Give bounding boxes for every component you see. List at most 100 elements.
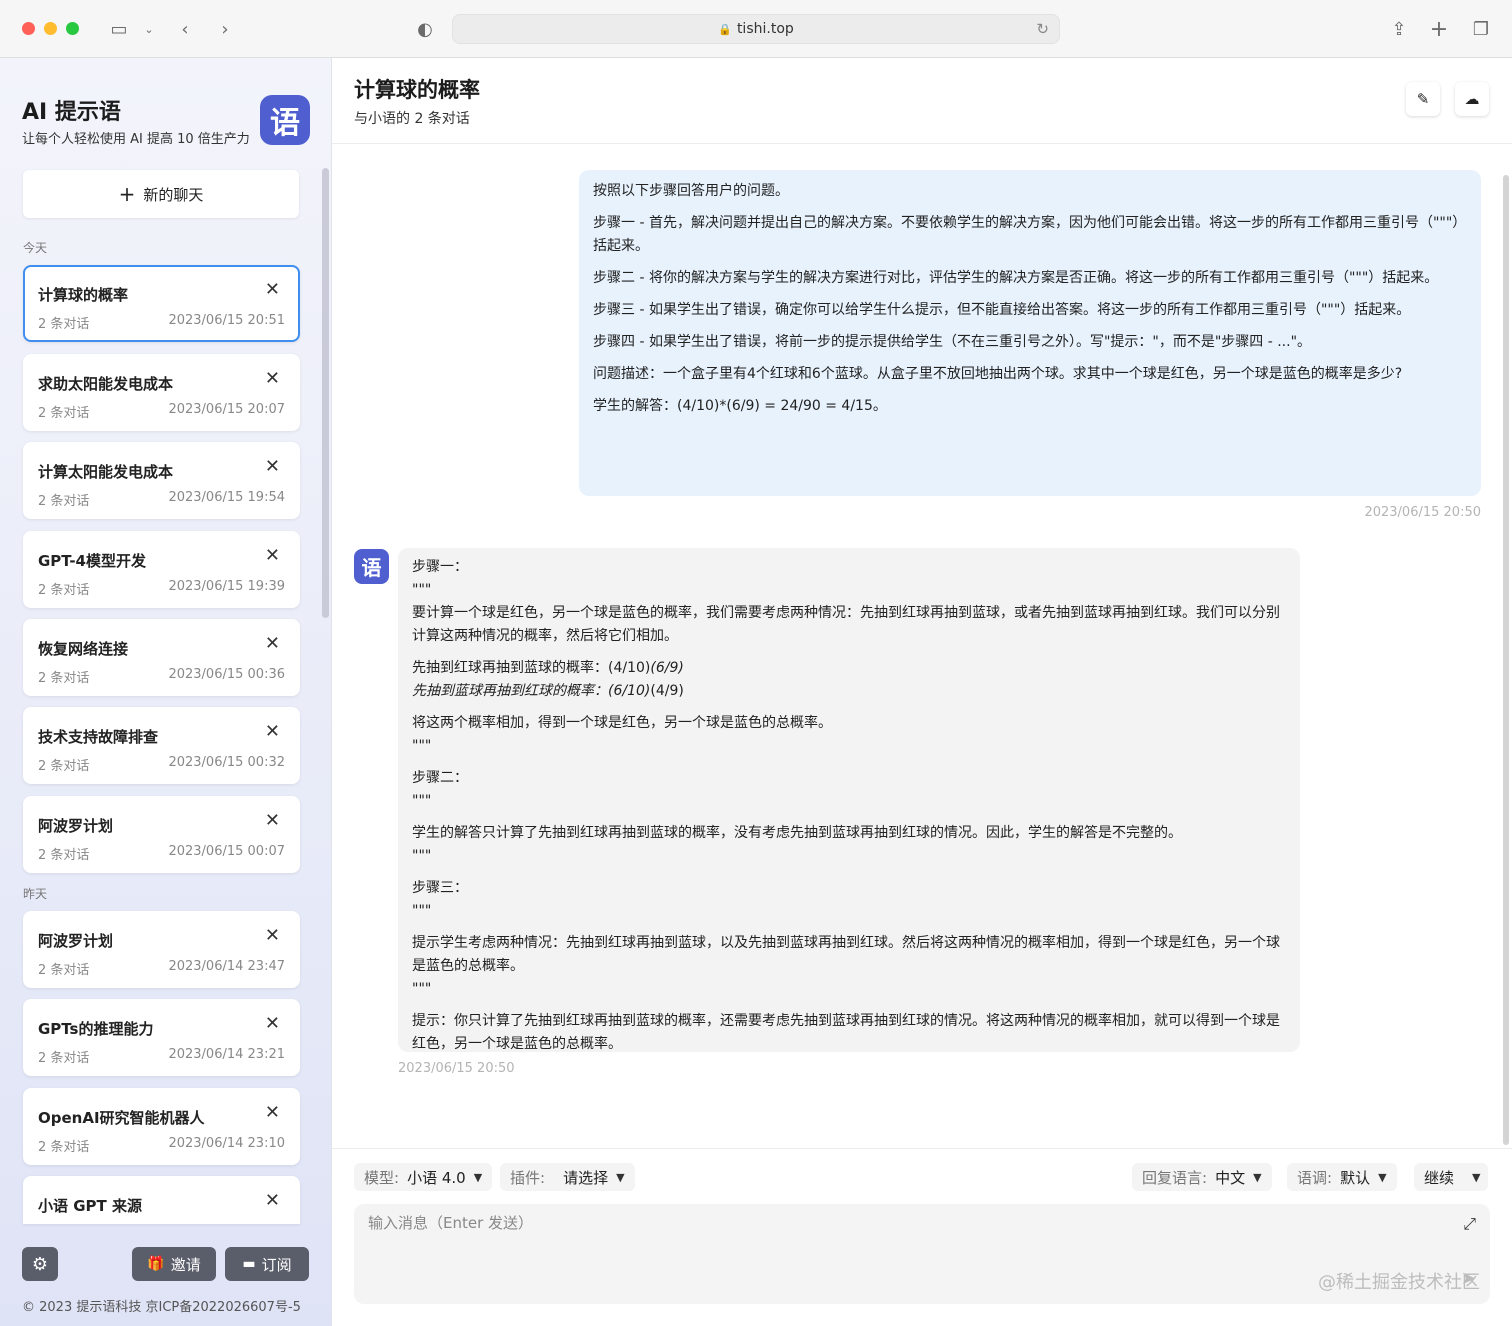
message-line: 要计算一个球是红色，另一个球是蓝色的概率，我们需要考虑两种情况：先抽到红球再抽到… [412,605,1280,644]
reply-language-value: 中文 [1215,1168,1246,1187]
chat-item-count: 2 条对话 [38,759,90,774]
forward-icon[interactable]: › [212,16,238,42]
chat-list-item[interactable]: 计算球的概率 ✕ 2 条对话 2023/06/15 20:51 [23,265,300,342]
message-paragraph: 问题描述：一个盒子里有4个红球和6个蓝球。从盒子里不放回地抽出两个球。求其中一个… [593,366,1403,382]
chat-item-title: 小语 GPT 来源 [38,1197,142,1215]
reply-language-select[interactable]: 回复语言: 中文 ▼ [1132,1163,1272,1191]
chat-item-time: 2023/06/14 23:21 [168,1047,285,1062]
chat-list-item[interactable]: 小语 GPT 来源 ✕ [23,1176,300,1224]
model-select[interactable]: 模型: 小语 4.0 ▼ [354,1163,493,1191]
group-label-today: 今天 [23,241,48,255]
cloud-download-icon: ☁ [1464,90,1480,108]
gift-icon: 🎁 [147,1256,165,1272]
credit-card-icon: ▬ [242,1256,256,1272]
close-icon[interactable]: ✕ [265,1192,280,1210]
footer-copyright: © 2023 提示语科技 京ICP备2022026607号-5 [22,1300,301,1315]
chat-list-item[interactable]: 计算太阳能发电成本 ✕ 2 条对话 2023/06/15 19:54 [23,442,300,519]
chat-list-item[interactable]: 求助太阳能发电成本 ✕ 2 条对话 2023/06/15 20:07 [23,354,300,431]
tone-value: 默认 [1340,1168,1371,1187]
message-input[interactable] [368,1212,1428,1292]
message-line: """ [412,738,432,754]
tone-select[interactable]: 语调: 默认 ▼ [1287,1163,1397,1191]
chat-item-time: 2023/06/15 00:36 [168,667,285,682]
message-timestamp: 2023/06/15 20:50 [398,1061,515,1076]
invite-button[interactable]: 🎁 邀请 [132,1247,216,1281]
gear-icon: ⚙ [31,1253,49,1275]
formula-text: 先抽到蓝球再抽到红球的概率：(6/10) [412,683,651,699]
formula-text: (6/9) [650,660,684,676]
page-title: 计算球的概率 [354,78,480,102]
chat-list-item[interactable]: 技术支持故障排查 ✕ 2 条对话 2023/06/15 00:32 [23,707,300,784]
composer-toolbar: 模型: 小语 4.0 ▼ 插件: 请选择 ▼ 回复语言: 中文 ▼ 语调: 默认… [332,1148,1512,1204]
new-chat-button[interactable]: + 新的聊天 [23,170,299,218]
plugin-value: 请选择 [563,1168,609,1187]
chat-list-item[interactable]: GPT-4模型开发 ✕ 2 条对话 2023/06/15 19:39 [23,531,300,608]
privacy-shield-icon[interactable]: ◐ [412,16,438,42]
close-icon[interactable]: ✕ [265,370,280,388]
chat-list-item[interactable]: 恢复网络连接 ✕ 2 条对话 2023/06/15 00:36 [23,619,300,696]
message-line: 提示：你只计算了先抽到红球再抽到蓝球的概率，还需要考虑先抽到蓝球再抽到红球的情况… [412,1013,1280,1052]
close-icon[interactable]: ✕ [265,458,280,476]
chat-item-time: 2023/06/15 00:32 [168,755,285,770]
message-paragraph: 步骤三 - 如果学生出了错误，确定你可以给学生什么提示，但不能直接给出答案。将这… [593,302,1411,318]
close-icon[interactable]: ✕ [265,281,280,299]
chat-item-count: 2 条对话 [38,317,90,332]
chat-item-title: OpenAI研究智能机器人 [38,1109,205,1127]
close-window-button[interactable] [22,22,35,35]
continue-select[interactable]: 继续 ▼ [1414,1163,1488,1191]
sidebar-scrollbar[interactable] [322,168,329,618]
download-button[interactable]: ☁ [1455,82,1489,116]
new-tab-icon[interactable]: + [1426,16,1452,42]
formula-text: (4/9) [650,683,684,699]
chat-item-count: 2 条对话 [38,671,90,686]
reload-icon[interactable]: ↻ [1036,20,1049,38]
user-message: 按照以下步骤回答用户的问题。 步骤一 - 首先，解决问题并提出自己的解决方案。不… [579,170,1481,496]
message-line: 先抽到蓝球再抽到红球的概率：(6/10)(4/9) [412,680,1286,703]
sidebar-toggle-icon[interactable]: ▭ [106,16,132,42]
chat-item-count: 2 条对话 [38,848,90,863]
chat-item-count: 2 条对话 [38,1051,90,1066]
close-icon[interactable]: ✕ [265,547,280,565]
subscribe-button[interactable]: ▬ 订阅 [225,1247,309,1281]
close-icon[interactable]: ✕ [265,1104,280,1122]
message-line: 将这两个概率相加，得到一个球是红色，另一个球是蓝色的总概率。 [412,715,832,731]
edit-title-button[interactable]: ✎ [1406,82,1440,116]
chat-scrollbar[interactable] [1503,175,1509,1145]
address-bar[interactable]: 🔒 tishi.top ↻ [452,14,1060,44]
chat-header: 计算球的概率 与小语的 2 条对话 ✎ ☁ [332,58,1512,144]
invite-label: 邀请 [170,1255,201,1274]
minimize-window-button[interactable] [44,22,57,35]
chat-item-title: GPT-4模型开发 [38,552,146,570]
lock-icon: 🔒 [718,22,732,36]
settings-button[interactable]: ⚙ [22,1247,58,1281]
message-line: 步骤二： [412,770,468,786]
chat-item-title: GPTs的推理能力 [38,1020,154,1038]
plugin-select[interactable]: 插件: 请选择 ▼ [500,1163,635,1191]
model-label: 模型: [364,1168,400,1187]
message-paragraph: 按照以下步骤回答用户的问题。 [593,183,789,199]
close-icon[interactable]: ✕ [265,812,280,830]
assistant-avatar: 语 [354,549,389,584]
chat-list-item[interactable]: 阿波罗计划 ✕ 2 条对话 2023/06/14 23:47 [23,911,300,988]
chat-list-item[interactable]: 阿波罗计划 ✕ 2 条对话 2023/06/15 00:07 [23,796,300,873]
chat-item-title: 技术支持故障排查 [38,728,159,746]
chat-item-title: 阿波罗计划 [38,817,114,835]
zoom-window-button[interactable] [66,22,79,35]
sidebar: AI 提示语 让每个人轻松使用 AI 提高 10 倍生产力 语 + 新的聊天 今… [0,58,332,1326]
share-icon[interactable]: ⇪ [1386,16,1412,42]
close-icon[interactable]: ✕ [265,635,280,653]
expand-icon[interactable]: ⤢ [1463,1214,1476,1234]
chat-list-item[interactable]: OpenAI研究智能机器人 ✕ 2 条对话 2023/06/14 23:10 [23,1088,300,1165]
back-icon[interactable]: ‹ [172,16,198,42]
message-line: """ [412,903,432,919]
chevron-down-icon: ▼ [1472,1170,1481,1184]
message-line: 提示学生考虑两种情况：先抽到红球再抽到蓝球，以及先抽到蓝球再抽到红球。然后将这两… [412,935,1280,974]
chat-list-item[interactable]: GPTs的推理能力 ✕ 2 条对话 2023/06/14 23:21 [23,999,300,1076]
close-icon[interactable]: ✕ [265,1015,280,1033]
close-icon[interactable]: ✕ [265,927,280,945]
chevron-down-icon[interactable]: ⌄ [136,16,162,42]
tab-overview-icon[interactable]: ❐ [1468,16,1494,42]
close-icon[interactable]: ✕ [265,723,280,741]
group-label-yesterday: 昨天 [23,887,48,901]
chat-item-count: 2 条对话 [38,583,90,598]
